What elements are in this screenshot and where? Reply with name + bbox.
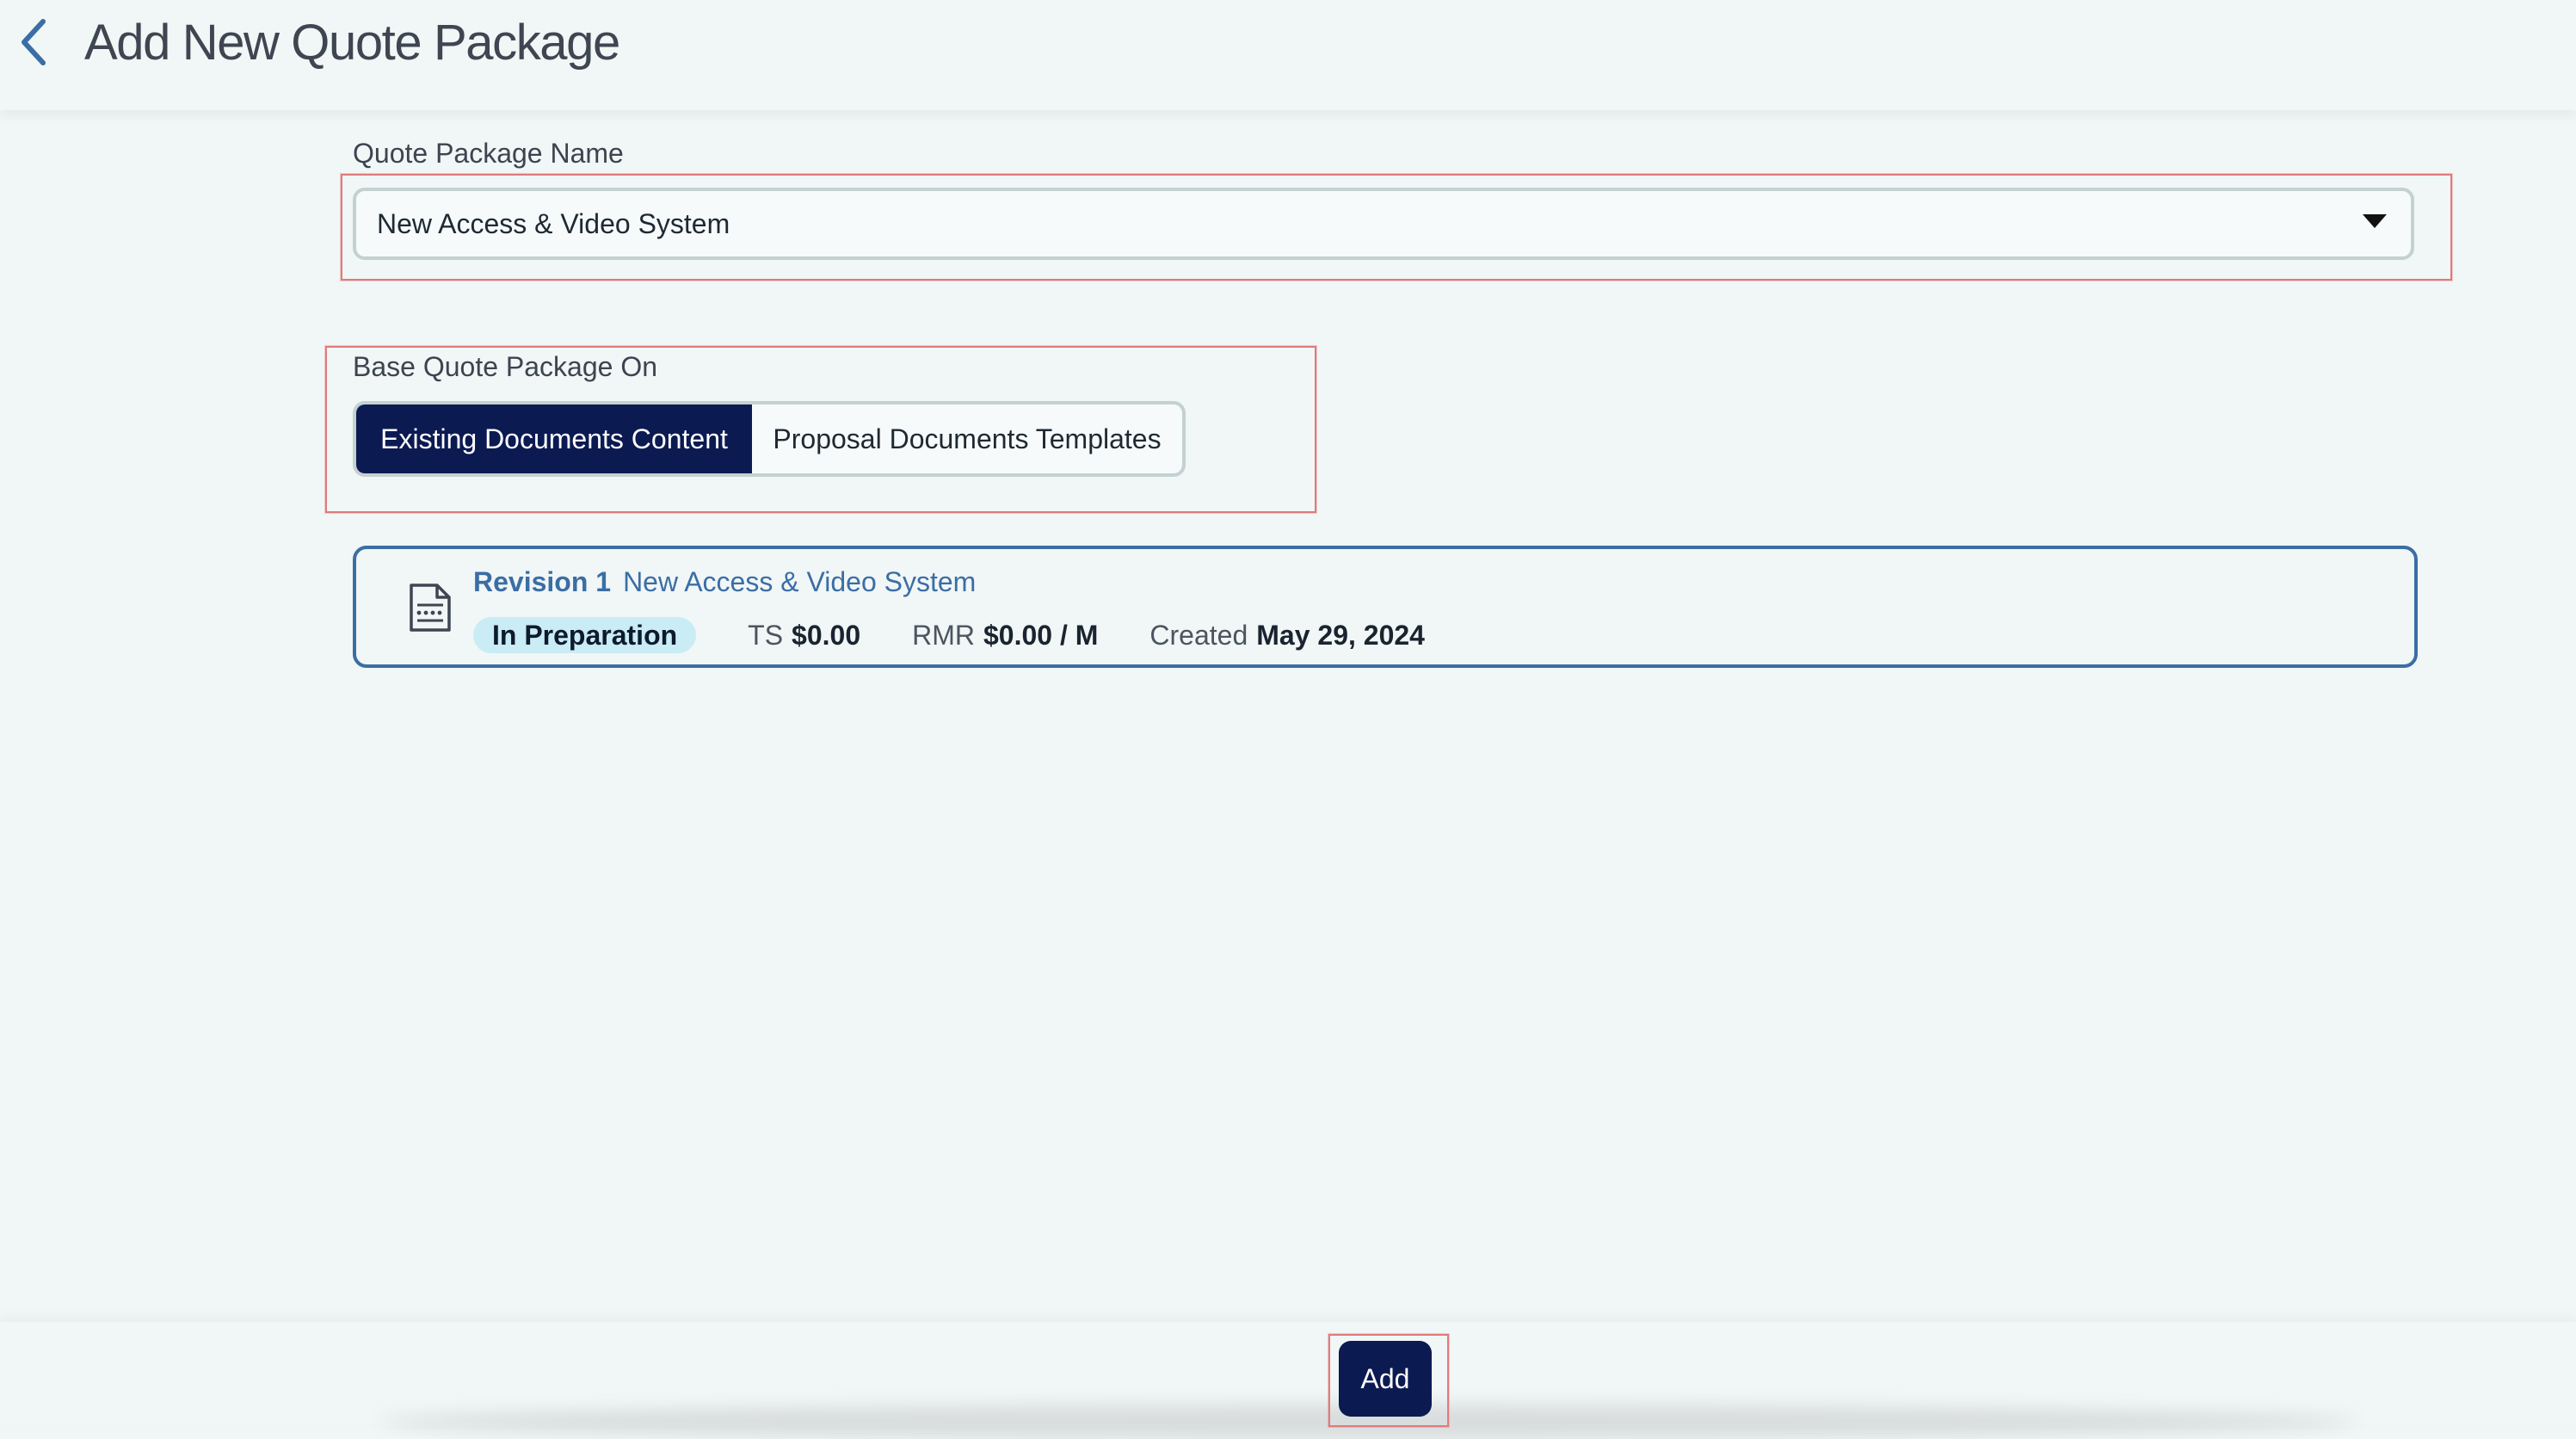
page-header: Add New Quote Package — [0, 0, 2576, 110]
existing-documents-content-option[interactable]: Existing Documents Content — [356, 405, 752, 473]
proposal-documents-templates-option[interactable]: Proposal Documents Templates — [752, 405, 1182, 473]
rmr-value: $0.00 / M — [983, 619, 1099, 651]
created-label: Created — [1149, 619, 1248, 651]
quote-package-name-select[interactable]: New Access & Video System — [353, 188, 2414, 260]
revision-card[interactable]: Revision 1 New Access & Video System In P… — [353, 546, 2418, 668]
quote-package-name-value: New Access & Video System — [377, 207, 730, 239]
status-badge: In Preparation — [473, 617, 697, 653]
rmr-label: RMR — [912, 619, 975, 651]
document-icon — [410, 584, 451, 632]
caret-down-icon — [2363, 214, 2387, 228]
ts-label: TS — [748, 619, 784, 651]
page-title: Add New Quote Package — [84, 15, 620, 71]
revision-label: Revision 1 — [473, 566, 612, 597]
revision-name: New Access & Video System — [623, 566, 977, 597]
revision-title: Revision 1 New Access & Video System — [473, 565, 976, 599]
ts-value: $0.00 — [792, 619, 861, 651]
created-value: May 29, 2024 — [1256, 619, 1425, 651]
chevron-left-icon — [22, 19, 46, 65]
base-on-label: Base Quote Package On — [353, 351, 657, 382]
back-button[interactable] — [12, 15, 55, 69]
add-button[interactable]: Add — [1339, 1341, 1432, 1417]
quote-package-name-label: Quote Package Name — [353, 138, 624, 169]
base-on-toggle-group: Existing Documents Content Proposal Docu… — [353, 401, 1186, 477]
revision-meta: In Preparation TS $0.00 RMR $0.00 / M Cr… — [473, 616, 1476, 654]
